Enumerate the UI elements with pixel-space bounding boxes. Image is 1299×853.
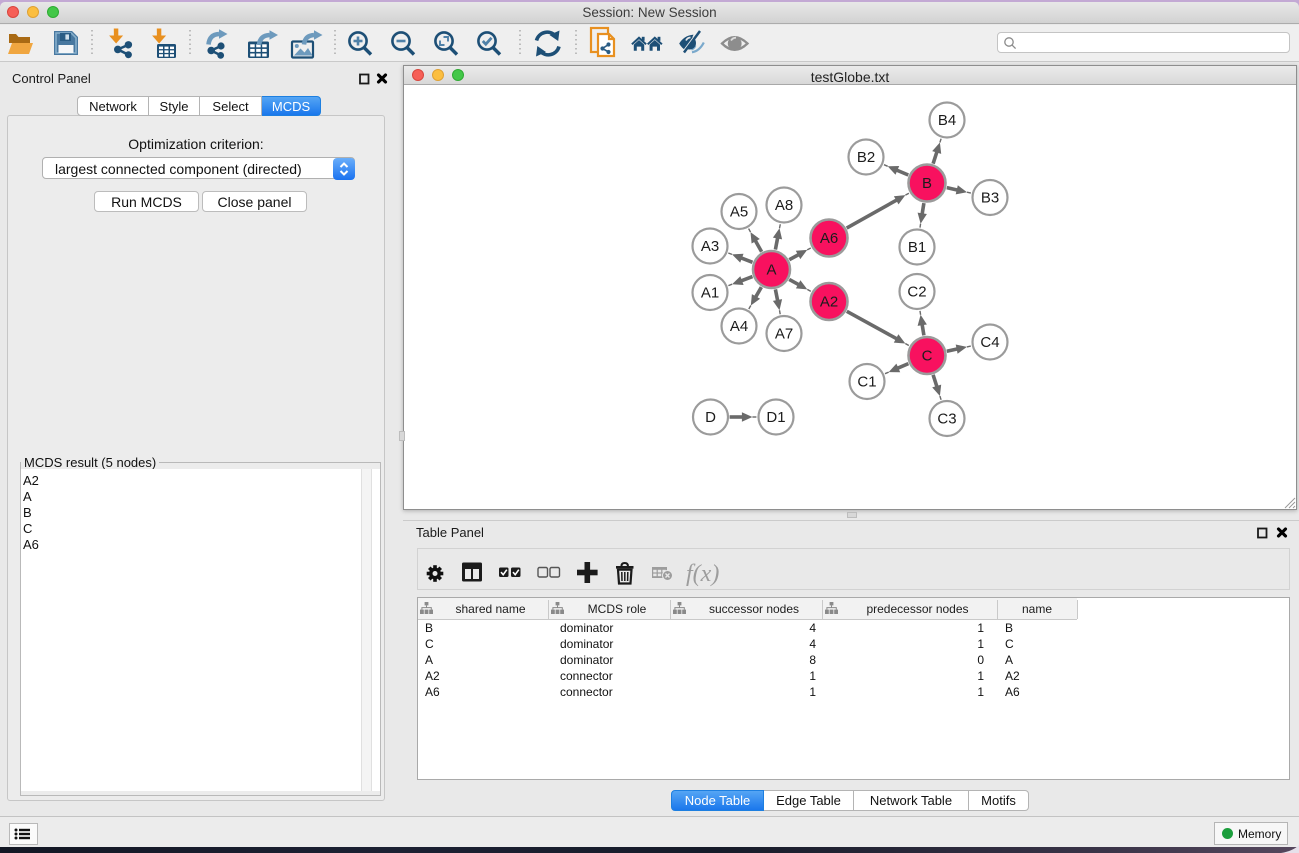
svg-text:A6: A6 — [820, 230, 838, 247]
svg-text:A3: A3 — [701, 238, 719, 255]
svg-text:A1: A1 — [701, 285, 719, 302]
svg-text:C2: C2 — [907, 284, 926, 301]
svg-text:B2: B2 — [857, 149, 875, 166]
svg-text:B3: B3 — [981, 190, 999, 207]
svg-text:C1: C1 — [857, 374, 876, 391]
svg-text:D1: D1 — [766, 409, 785, 426]
svg-text:C4: C4 — [980, 334, 999, 351]
svg-text:B: B — [922, 175, 932, 192]
svg-text:A2: A2 — [820, 294, 838, 311]
svg-text:A4: A4 — [730, 318, 748, 335]
svg-text:A8: A8 — [775, 197, 793, 214]
svg-text:C: C — [922, 348, 933, 365]
svg-text:B1: B1 — [908, 239, 926, 256]
svg-text:A7: A7 — [775, 326, 793, 343]
svg-text:f(x): f(x) — [686, 561, 719, 587]
svg-text:A: A — [766, 262, 776, 279]
svg-text:A5: A5 — [730, 204, 748, 221]
svg-text:C3: C3 — [937, 411, 956, 428]
svg-text:D: D — [705, 409, 716, 426]
svg-text:B4: B4 — [938, 112, 956, 129]
